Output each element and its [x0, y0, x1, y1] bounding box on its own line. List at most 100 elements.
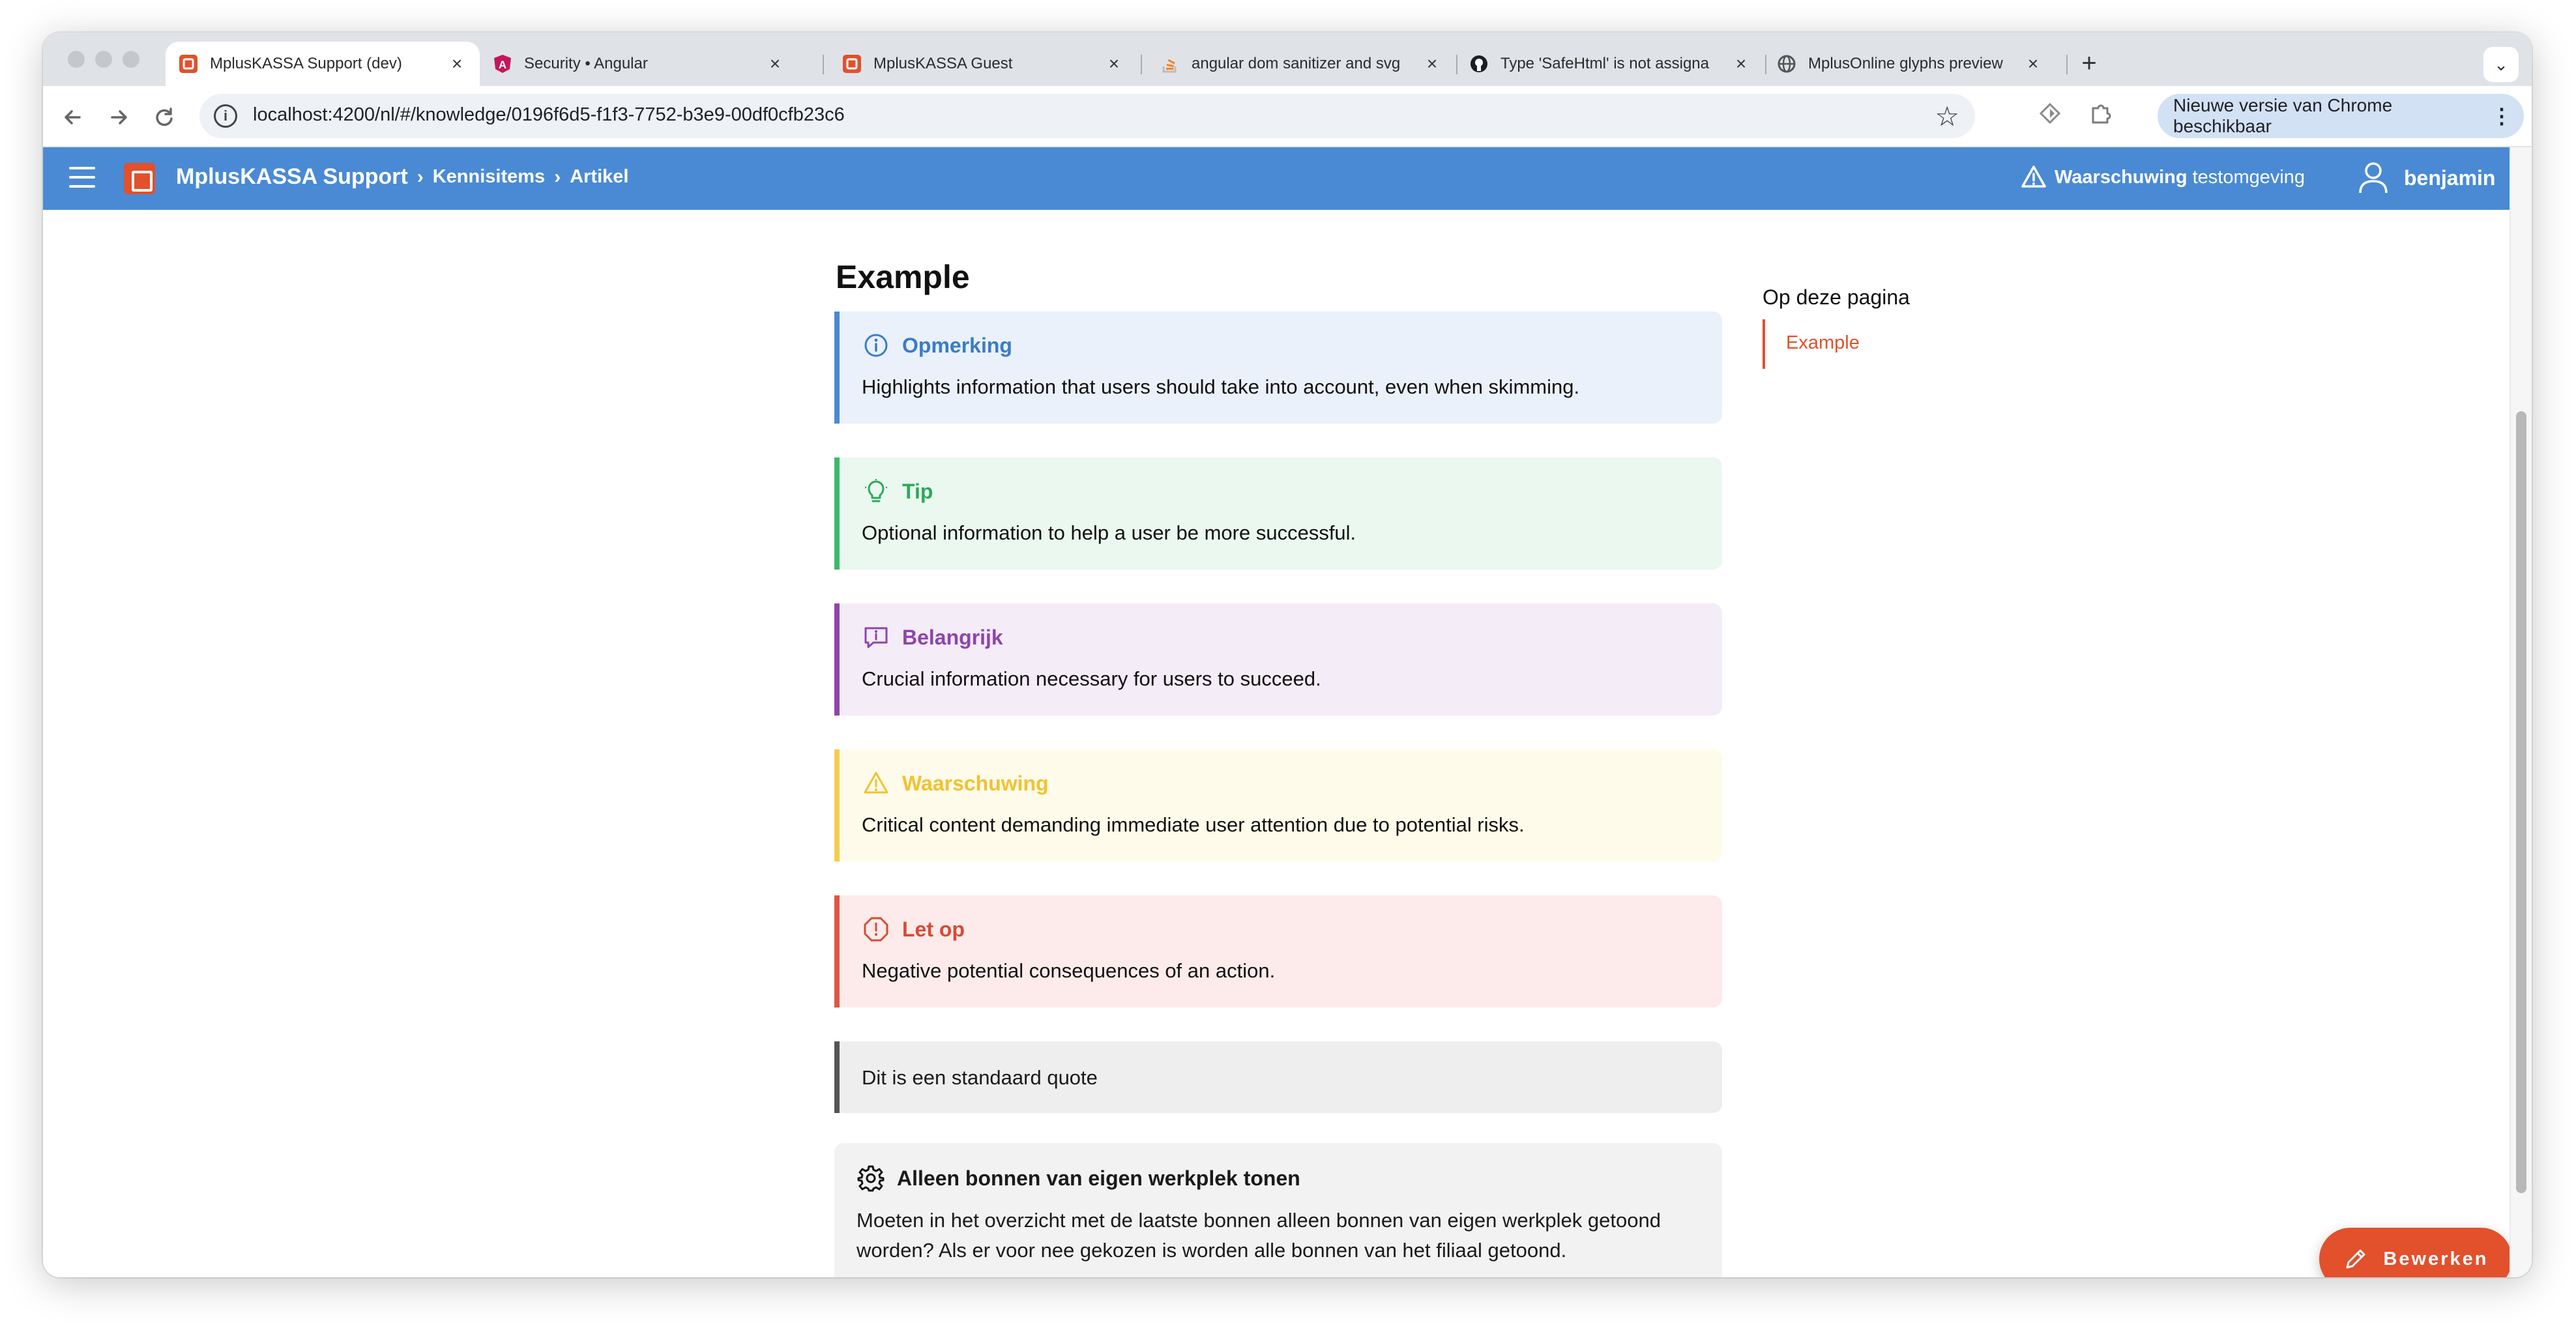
user-menu[interactable]: benjamin: [2357, 160, 2528, 195]
close-tab-icon[interactable]: ×: [1422, 53, 1442, 74]
tab-separator: [2066, 55, 2068, 74]
toc-item-example[interactable]: Example: [1786, 332, 1860, 354]
chrome-update-button[interactable]: Nieuwe versie van Chrome beschikbaar ⋮: [2158, 94, 2524, 138]
toc-list: Example: [1763, 319, 1958, 369]
edit-button-label: Bewerken: [2383, 1248, 2489, 1269]
site-info-icon[interactable]: i: [214, 104, 237, 128]
forward-button[interactable]: [104, 103, 133, 132]
callout-title: Waarschuwing: [902, 771, 1049, 795]
chevron-right-icon: ›: [417, 166, 424, 188]
tab-title: MplusKASSA Support (dev): [210, 55, 402, 72]
tab-title: MplusKASSA Guest: [873, 55, 1013, 72]
browser-toolbar: i localhost:4200/nl/#/knowledge/0196f6d5…: [43, 86, 2532, 147]
callout-title: Let op: [902, 917, 965, 941]
callout-warning: Waarschuwing Critical content demanding …: [834, 749, 1722, 861]
user-name: benjamin: [2404, 166, 2496, 190]
tab-mplus-support-dev[interactable]: MplusKASSA Support (dev) ×: [166, 42, 480, 86]
callout-body: Highlights information that users should…: [862, 375, 1580, 398]
url-text[interactable]: localhost:4200/nl/#/knowledge/0196f6d5-f…: [253, 104, 845, 126]
arrow-left-icon: [65, 110, 81, 124]
breadcrumb: MplusKASSA Support › Kennisitems › Artik…: [176, 164, 628, 190]
app-header: MplusKASSA Support › Kennisitems › Artik…: [43, 147, 2526, 210]
breadcrumb-kennisitems[interactable]: Kennisitems: [433, 166, 545, 188]
bookmark-star-icon[interactable]: ☆: [1935, 100, 1959, 132]
stackoverflow-icon: [1160, 54, 1180, 74]
close-tab-icon[interactable]: ×: [447, 53, 467, 74]
message-alert-icon: [862, 623, 890, 652]
reload-button[interactable]: [150, 103, 179, 132]
tab-security-angular[interactable]: A Security • Angular ×: [480, 42, 798, 86]
minimize-window-button[interactable]: [95, 51, 112, 68]
close-window-button[interactable]: [68, 51, 85, 68]
close-tab-icon[interactable]: ×: [1104, 53, 1124, 74]
scrollbar-thumb[interactable]: [2516, 411, 2526, 1193]
toc-title: Op deze pagina: [1763, 285, 1910, 309]
svg-text:A: A: [499, 59, 506, 71]
arrow-right-icon: [111, 110, 127, 124]
tab-mplus-guest[interactable]: MplusKASSA Guest ×: [829, 42, 1137, 86]
setting-card: Alleen bonnen van eigen werkplek tonen M…: [834, 1143, 1722, 1277]
new-tab-button[interactable]: +: [2073, 47, 2105, 80]
quote-text: Dit is een standaard quote: [862, 1066, 1098, 1089]
extensions-puzzle-icon[interactable]: [2085, 100, 2117, 133]
edit-button[interactable]: Bewerken: [2319, 1228, 2512, 1277]
breadcrumb-artikel: Artikel: [570, 166, 629, 187]
breadcrumb-home[interactable]: MplusKASSA Support: [176, 164, 408, 190]
environment-name: testomgeving: [2192, 166, 2305, 188]
globe-icon: [1777, 54, 1796, 74]
tab-title: angular dom sanitizer and svg: [1192, 55, 1401, 72]
menu-icon[interactable]: [69, 167, 95, 190]
callout-caution: Let op Negative potential consequences o…: [834, 895, 1722, 1007]
callout-tip: Tip Optional information to help a user …: [834, 457, 1722, 570]
tab-search-button[interactable]: ⌄: [2483, 47, 2519, 82]
octagon-alert-icon: [862, 915, 890, 944]
tab-title: Type 'SafeHtml' is not assigna: [1500, 55, 1709, 72]
chevron-right-icon: ›: [554, 166, 561, 188]
callout-title: Opmerking: [902, 333, 1012, 357]
github-icon: [1469, 54, 1489, 74]
tab-angular-dom-sanitizer[interactable]: angular dom sanitizer and svg ×: [1147, 42, 1455, 86]
mplus-logo-icon[interactable]: [124, 163, 155, 194]
extension-diamond-icon[interactable]: [2034, 100, 2066, 133]
close-tab-icon[interactable]: ×: [1731, 53, 1751, 74]
more-vert-icon[interactable]: ⋮: [2491, 104, 2512, 128]
callout-title: Belangrijk: [902, 625, 1003, 649]
blockquote: Dit is een standaard quote: [834, 1041, 1722, 1113]
warning-label: Waarschuwing: [2055, 166, 2188, 188]
tab-safehtml-github[interactable]: Type 'SafeHtml' is not assigna ×: [1456, 42, 1764, 86]
setting-description: Moeten in het overzicht met de laatste b…: [856, 1209, 1661, 1262]
vertical-scrollbar[interactable]: [2510, 147, 2532, 1277]
close-tab-icon[interactable]: ×: [765, 53, 785, 74]
address-bar[interactable]: i localhost:4200/nl/#/knowledge/0196f6d5…: [199, 94, 1975, 138]
tab-mplusonline-glyphs[interactable]: MplusOnline glyphs preview ×: [1764, 42, 2056, 86]
callout-body: Crucial information necessary for users …: [862, 667, 1321, 690]
chevron-down-icon: ⌄: [2494, 55, 2508, 74]
gear-icon: [856, 1164, 885, 1193]
callout-body: Critical content demanding immediate use…: [862, 813, 1525, 836]
window-controls: [68, 51, 139, 68]
zoom-window-button[interactable]: [123, 51, 139, 68]
page-title: Example: [836, 259, 970, 295]
pencil-icon: [2343, 1246, 2369, 1272]
user-icon: [2359, 162, 2388, 194]
callout-important: Belangrijk Crucial information necessary…: [834, 603, 1722, 716]
browser-window: MplusKASSA Support (dev) × A Security • …: [43, 33, 2532, 1277]
callout-note: Opmerking Highlights information that us…: [834, 311, 1722, 424]
environment-warning: Waarschuwing testomgeving: [2021, 164, 2305, 190]
desktop: MplusKASSA Support (dev) × A Security • …: [0, 0, 2576, 1332]
warning-triangle-icon: [2021, 166, 2046, 188]
mplus-icon: [179, 54, 198, 74]
setting-title: Alleen bonnen van eigen werkplek tonen: [897, 1166, 1300, 1190]
callout-title: Tip: [902, 479, 933, 503]
close-tab-icon[interactable]: ×: [2023, 53, 2043, 74]
callout-body: Optional information to help a user be m…: [862, 521, 1356, 544]
mplus-icon: [842, 54, 862, 74]
back-button[interactable]: [59, 103, 87, 132]
tab-title: Security • Angular: [524, 55, 648, 72]
lightbulb-icon: [862, 477, 890, 506]
article-content: Example Opmerking Highlights information…: [43, 210, 2512, 1277]
tab-separator: [1141, 55, 1142, 74]
angular-icon: A: [493, 54, 512, 74]
info-icon: [862, 331, 890, 360]
update-label: Nieuwe versie van Chrome beschikbaar: [2173, 95, 2393, 136]
